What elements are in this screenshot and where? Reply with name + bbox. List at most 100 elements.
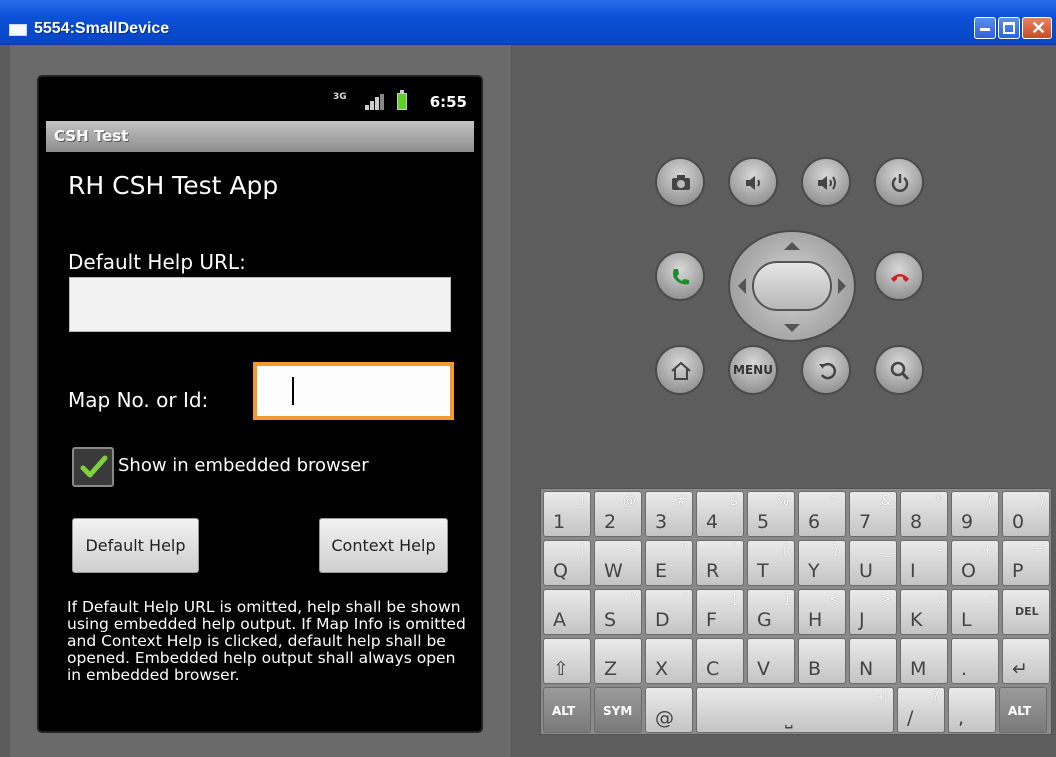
key-row2-9[interactable]: P = xyxy=(1002,540,1050,586)
key-row3-9[interactable]: DEL xyxy=(1002,589,1050,635)
key-label: ↵ xyxy=(1012,658,1028,680)
key-row3-0[interactable]: A xyxy=(543,589,591,635)
key-label: 7 xyxy=(859,511,872,533)
key-alt-label: ! xyxy=(579,494,585,509)
key-row2-0[interactable]: Q | xyxy=(543,540,591,586)
key-label: U xyxy=(859,560,873,582)
key-label: Y xyxy=(808,560,820,582)
key-row5-4[interactable]: /? xyxy=(897,687,945,733)
key-row2-3[interactable]: R ` xyxy=(696,540,744,586)
key-row5-0[interactable]: ALT xyxy=(543,687,591,733)
volume-down-button[interactable] xyxy=(728,157,778,207)
key-row1-5[interactable]: 6 ^ xyxy=(798,491,846,537)
end-call-button[interactable] xyxy=(874,251,924,301)
call-icon xyxy=(673,269,689,285)
key-row5-2[interactable]: @ xyxy=(645,687,693,733)
key-label: 0 xyxy=(1012,511,1025,533)
key-alt-label: ? xyxy=(932,690,939,705)
key-row3-3[interactable]: F[ xyxy=(696,589,744,635)
key-row4-8[interactable]: . xyxy=(951,638,999,684)
default-help-url-input[interactable] xyxy=(69,277,451,332)
app-heading: RH CSH Test App xyxy=(68,171,279,200)
key-row2-2[interactable]: E " xyxy=(645,540,693,586)
key-label: ALT xyxy=(552,704,576,718)
key-alt-label: | xyxy=(580,543,585,558)
call-button[interactable] xyxy=(655,251,705,301)
key-row3-2[interactable]: D ' xyxy=(645,589,693,635)
power-icon xyxy=(891,174,909,192)
key-alt-label: < xyxy=(829,592,840,607)
dpad-center-button[interactable] xyxy=(752,261,832,311)
key-row4-7[interactable]: M xyxy=(900,638,948,684)
key-row1-3[interactable]: 4 $ xyxy=(696,491,744,537)
key-row5-3[interactable]: ⎵ →| xyxy=(696,687,894,733)
minimize-icon xyxy=(980,28,990,31)
key-row1-7[interactable]: 8 * xyxy=(900,491,948,537)
embedded-browser-checkbox[interactable] xyxy=(72,447,114,487)
key-label: F xyxy=(706,609,717,631)
dpad-right-icon[interactable] xyxy=(838,278,846,294)
key-row3-1[interactable]: S \ xyxy=(594,589,642,635)
key-row3-7[interactable]: K; xyxy=(900,589,948,635)
key-row1-8[interactable]: 9( xyxy=(951,491,999,537)
power-button[interactable] xyxy=(874,157,924,207)
back-button[interactable] xyxy=(801,345,851,395)
key-row2-5[interactable]: Y} xyxy=(798,540,846,586)
key-alt-label: * xyxy=(935,494,943,509)
key-label: A xyxy=(553,609,566,631)
key-row3-8[interactable]: L: xyxy=(951,589,999,635)
key-label: ⎵ xyxy=(785,707,793,729)
minimize-button[interactable] xyxy=(974,17,996,39)
key-label: / xyxy=(907,707,914,729)
dpad-left-icon[interactable] xyxy=(738,278,746,294)
close-icon: ✕ xyxy=(1031,18,1047,38)
key-row2-8[interactable]: O + xyxy=(951,540,999,586)
key-row4-2[interactable]: X xyxy=(645,638,693,684)
key-row4-1[interactable]: Z xyxy=(594,638,642,684)
key-row5-6[interactable]: ALT xyxy=(999,687,1047,733)
battery-icon xyxy=(397,90,407,110)
key-row4-3[interactable]: C xyxy=(696,638,744,684)
menu-button[interactable]: MENU xyxy=(728,345,778,395)
key-row2-7[interactable]: I- xyxy=(900,540,948,586)
map-id-input[interactable] xyxy=(253,362,454,420)
key-row2-6[interactable]: U _ xyxy=(849,540,897,586)
key-label: O xyxy=(961,560,976,582)
key-row4-6[interactable]: N xyxy=(849,638,897,684)
key-label: 2 xyxy=(604,511,617,533)
key-row1-0[interactable]: 1! xyxy=(543,491,591,537)
key-row1-4[interactable]: 5% xyxy=(747,491,795,537)
key-row5-5[interactable]: , xyxy=(948,687,996,733)
key-row2-4[interactable]: T{ xyxy=(747,540,795,586)
signal-icon xyxy=(365,94,385,110)
maximize-button[interactable] xyxy=(998,17,1020,39)
key-alt-label: ^ xyxy=(829,494,840,509)
key-row3-4[interactable]: G] xyxy=(747,589,795,635)
key-row4-4[interactable]: V xyxy=(747,638,795,684)
search-button[interactable] xyxy=(874,345,924,395)
key-row1-6[interactable]: 7 & xyxy=(849,491,897,537)
key-alt-label: \ xyxy=(631,592,636,607)
dpad[interactable] xyxy=(728,230,856,342)
key-row1-2[interactable]: 3 # xyxy=(645,491,693,537)
volume-up-button[interactable] xyxy=(801,157,851,207)
context-help-button[interactable]: Context Help xyxy=(319,518,448,573)
camera-button[interactable] xyxy=(655,157,705,207)
key-row3-5[interactable]: H < xyxy=(798,589,846,635)
key-row3-6[interactable]: J > xyxy=(849,589,897,635)
key-row2-1[interactable]: W ~ xyxy=(594,540,642,586)
key-row4-5[interactable]: B xyxy=(798,638,846,684)
home-button[interactable] xyxy=(655,345,705,395)
embedded-browser-label: Show in embedded browser xyxy=(118,455,369,476)
window-titlebar: 5554:SmallDevice ✕ xyxy=(0,0,1056,45)
key-row1-1[interactable]: 2 @ xyxy=(594,491,642,537)
default-help-button[interactable]: Default Help xyxy=(72,518,199,573)
key-row4-0[interactable]: ⇧ xyxy=(543,638,591,684)
dpad-up-icon[interactable] xyxy=(784,242,800,250)
close-button[interactable]: ✕ xyxy=(1022,17,1052,39)
key-row4-9[interactable]: ↵ xyxy=(1002,638,1050,684)
key-row1-9[interactable]: 0) xyxy=(1002,491,1050,537)
dpad-down-icon[interactable] xyxy=(784,324,800,332)
network-3g-icon: 3G xyxy=(333,92,347,102)
key-row5-1[interactable]: SYM xyxy=(594,687,642,733)
